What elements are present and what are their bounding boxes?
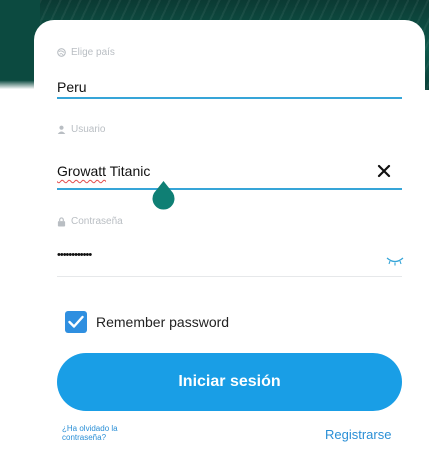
user-icon [57,125,66,134]
username-misspelled-word: Growatt [57,163,107,179]
country-select[interactable]: Peru [57,79,87,95]
globe-icon [57,48,66,57]
username-rest: Titanic [106,163,151,179]
password-label: Contraseña [57,216,123,227]
clear-icon[interactable] [376,163,392,179]
lock-icon [57,216,66,227]
remember-checkbox[interactable] [65,311,87,333]
country-label-text: Elige país [71,47,115,58]
username-input[interactable]: Growatt Titanic [57,163,150,179]
eye-closed-icon[interactable] [385,254,405,266]
forgot-password-link[interactable]: ¿Ha olvidado la contraseña? [62,424,152,442]
remember-label[interactable]: Remember password [96,314,229,330]
login-button-label: Iniciar sesión [178,373,281,390]
register-link[interactable]: Registrarse [325,427,391,442]
username-label: Usuario [57,124,105,135]
country-underline [57,97,402,99]
password-label-text: Contraseña [71,216,123,227]
username-label-text: Usuario [71,124,106,135]
country-label: Elige país [57,47,115,58]
password-underline [57,276,402,277]
checkmark-icon [68,315,84,328]
text-selection-handle[interactable] [151,181,176,211]
login-button[interactable]: Iniciar sesión [57,353,402,411]
password-input[interactable]: •••••••••••• [57,249,92,261]
username-underline [57,188,402,190]
